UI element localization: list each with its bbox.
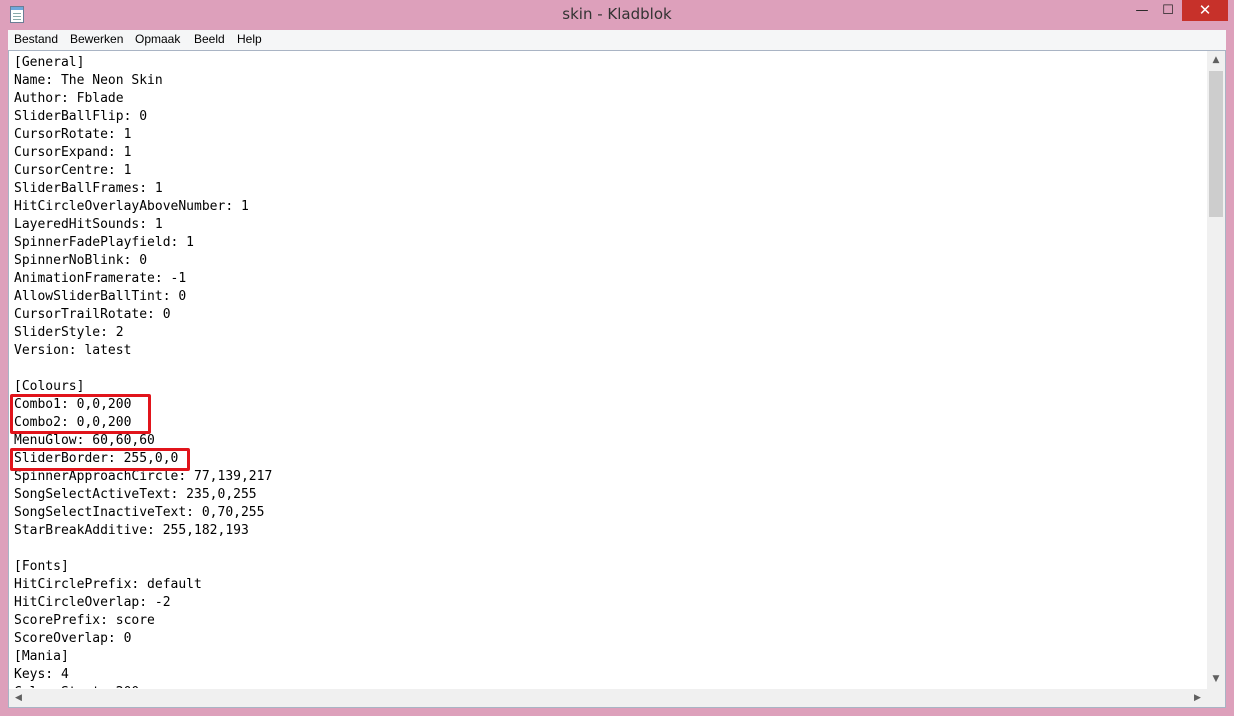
text-line: AnimationFramerate: -1 xyxy=(14,271,187,286)
menu-bestand[interactable]: Bestand xyxy=(14,32,58,46)
text-line: CursorCentre: 1 xyxy=(14,163,132,178)
menu-beeld[interactable]: Beeld xyxy=(194,32,225,46)
title-bar[interactable]: skin - Kladblok — ☐ ✕ xyxy=(0,0,1234,30)
text-line: SliderBallFrames: 1 xyxy=(14,181,163,196)
text-line: CursorTrailRotate: 0 xyxy=(14,307,171,322)
text-line: StarBreakAdditive: 255,182,193 xyxy=(14,523,249,538)
highlight-box-sliderborder xyxy=(10,448,190,471)
text-line: SliderBorder: 255,0,0 xyxy=(14,451,179,466)
text-line: [General] xyxy=(14,55,85,70)
text-line: Combo1: 0,0,200 xyxy=(14,397,132,412)
arrow-up-icon[interactable]: ▲ xyxy=(1207,52,1225,69)
text-line: Keys: 4 xyxy=(14,667,69,682)
vertical-scrollbar[interactable]: ▲ ▼ xyxy=(1207,51,1225,689)
text-line: Version: latest xyxy=(14,343,132,358)
text-line: ColumnStart: 200 xyxy=(14,684,1204,688)
text-line: MenuGlow: 60,60,60 xyxy=(14,433,155,448)
text-editor[interactable]: [General] Name: The Neon Skin Author: Fbla… xyxy=(8,50,1226,708)
text-line: HitCircleOverlap: -2 xyxy=(14,595,171,610)
window-title: skin - Kladblok xyxy=(562,5,672,23)
scrollbar-thumb[interactable] xyxy=(1209,71,1223,217)
text-line: SpinnerFadePlayfield: 1 xyxy=(14,235,195,250)
text-line: [Mania] xyxy=(14,649,69,664)
menu-bewerken[interactable]: Bewerken xyxy=(70,32,123,46)
text-line: CursorExpand: 1 xyxy=(14,145,132,160)
text-content[interactable]: [General] Name: The Neon Skin Author: Fbla… xyxy=(14,54,1204,688)
text-line: SpinnerApproachCircle: 77,139,217 xyxy=(14,469,273,484)
text-line: SliderBallFlip: 0 xyxy=(14,109,148,124)
scrollbar-corner xyxy=(1207,689,1225,707)
menu-opmaak[interactable]: Opmaak xyxy=(135,32,180,46)
highlight-box-combo xyxy=(10,394,151,434)
text-line xyxy=(14,540,1204,558)
arrow-down-icon[interactable]: ▼ xyxy=(1207,671,1225,688)
text-line: SliderStyle: 2 xyxy=(14,325,124,340)
text-line: Author: Fblade xyxy=(14,91,124,106)
text-line: SongSelectInactiveText: 0,70,255 xyxy=(14,505,265,520)
arrow-left-icon[interactable]: ◀ xyxy=(10,689,27,707)
menu-help[interactable]: Help xyxy=(237,32,262,46)
text-line: HitCirclePrefix: default xyxy=(14,577,202,592)
maximize-button[interactable]: ☐ xyxy=(1155,0,1181,21)
menu-bar: Bestand Bewerken Opmaak Beeld Help xyxy=(8,30,1226,50)
text-line: [Colours] xyxy=(14,379,85,394)
text-line xyxy=(14,360,1204,378)
notepad-window: skin - Kladblok — ☐ ✕ Bestand Bewerken O… xyxy=(0,0,1234,716)
text-line: SongSelectActiveText: 235,0,255 xyxy=(14,487,257,502)
text-line: Name: The Neon Skin xyxy=(14,73,163,88)
text-line: SpinnerNoBlink: 0 xyxy=(14,253,148,268)
arrow-right-icon[interactable]: ▶ xyxy=(1189,689,1206,707)
minimize-button[interactable]: — xyxy=(1129,0,1155,21)
close-button[interactable]: ✕ xyxy=(1182,0,1228,21)
text-line: [Fonts] xyxy=(14,559,69,574)
text-line: ScorePrefix: score xyxy=(14,613,155,628)
text-line: CursorRotate: 1 xyxy=(14,127,132,142)
text-line: HitCircleOverlayAboveNumber: 1 xyxy=(14,199,249,214)
text-line: Combo2: 0,0,200 xyxy=(14,415,132,430)
text-line: LayeredHitSounds: 1 xyxy=(14,217,163,232)
text-line: AllowSliderBallTint: 0 xyxy=(14,289,187,304)
text-line: ScoreOverlap: 0 xyxy=(14,631,132,646)
horizontal-scrollbar[interactable]: ◀ ▶ xyxy=(9,689,1207,707)
